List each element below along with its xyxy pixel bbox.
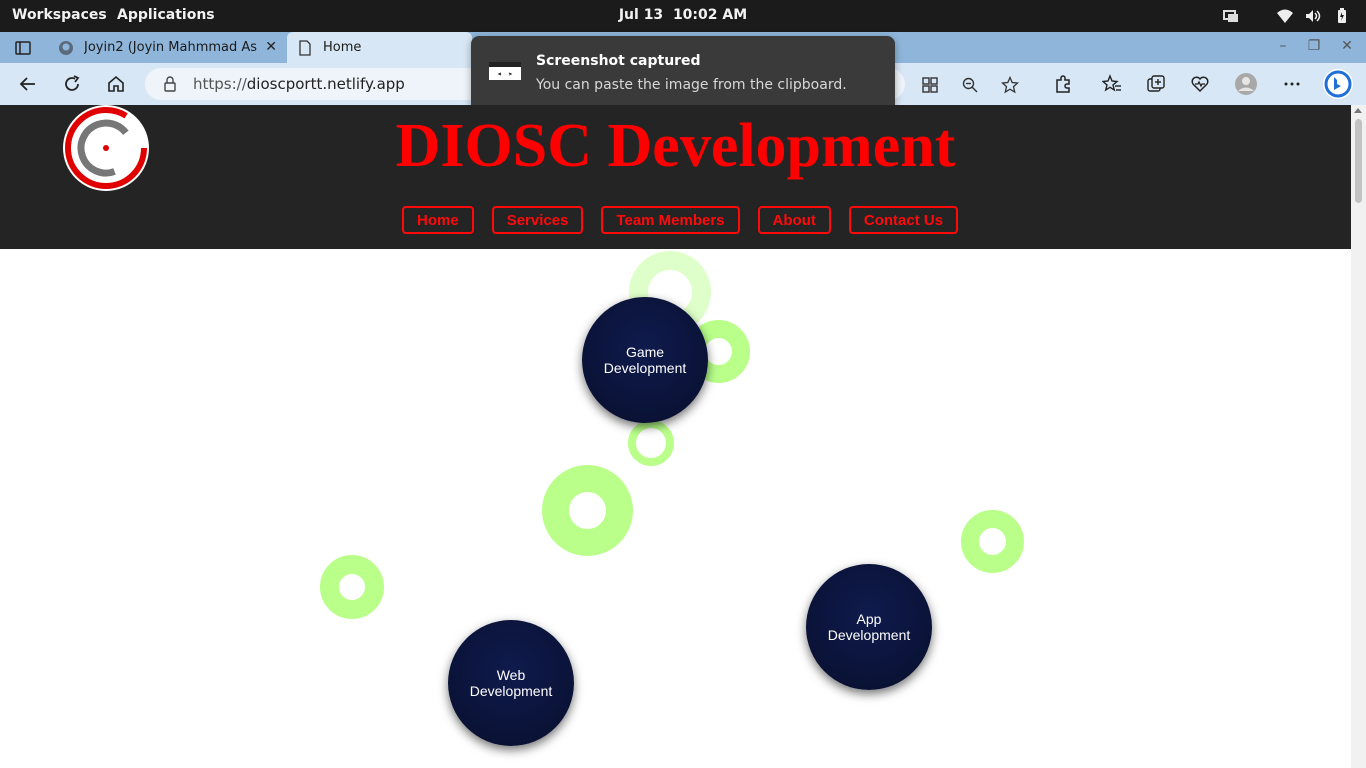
workspaces-menu[interactable]: Workspaces <box>12 7 107 23</box>
os-top-bar: Workspaces Applications Jul 13 10:02 AM <box>0 0 1366 32</box>
service-label: Game Development <box>603 344 687 376</box>
bubble-ring <box>542 465 633 556</box>
nav-home[interactable]: Home <box>402 206 474 234</box>
notification-title: Screenshot captured <box>536 53 701 69</box>
wifi-icon[interactable] <box>1276 8 1294 24</box>
services-section: Game Development Web Development App Dev… <box>0 249 1351 768</box>
service-app-development[interactable]: App Development <box>806 564 932 690</box>
refresh-icon[interactable] <box>62 74 82 94</box>
tab-title: Home <box>323 40 362 55</box>
site-title-text: DIOSC Development <box>395 112 956 180</box>
service-label: App Development <box>827 611 911 643</box>
nav-about[interactable]: About <box>757 206 831 234</box>
favorite-star-icon[interactable] <box>1001 76 1019 94</box>
clock-date[interactable]: Jul 13 <box>619 7 663 23</box>
collections-icon[interactable] <box>1146 74 1166 94</box>
screenshot-icon <box>489 62 521 80</box>
minimize-icon[interactable]: – <box>1275 38 1291 54</box>
tab-title: Joyin2 (Joyin Mahmmad Aslam) <box>84 40 258 55</box>
site-logo[interactable] <box>62 105 150 191</box>
extensions-icon[interactable] <box>1053 74 1073 94</box>
bing-copilot-icon[interactable] <box>1322 68 1354 100</box>
page-scrollbar[interactable] <box>1351 105 1366 768</box>
nav-services[interactable]: Services <box>491 206 584 234</box>
close-tab-icon[interactable]: ✕ <box>265 39 277 55</box>
url-text[interactable]: https://dioscportt.netlify.app <box>193 75 405 93</box>
volume-icon[interactable] <box>1304 8 1322 24</box>
favorites-icon[interactable] <box>1102 74 1122 94</box>
display-icon[interactable] <box>1222 8 1240 24</box>
site-header: DIOSC Development Home Services Team Mem… <box>0 105 1351 249</box>
applications-menu[interactable]: Applications <box>117 7 215 23</box>
browser-essentials-icon[interactable] <box>1190 74 1210 94</box>
bubble-ring <box>320 555 384 619</box>
bubble-ring <box>961 510 1024 573</box>
site-title: DIOSC Development <box>0 111 1351 182</box>
restore-icon[interactable]: ❐ <box>1306 38 1322 54</box>
notification-body: You can paste the image from the clipboa… <box>536 77 847 93</box>
nav-contact-us[interactable]: Contact Us <box>848 206 959 234</box>
nav-team-members[interactable]: Team Members <box>601 206 740 234</box>
home-icon[interactable] <box>106 74 126 94</box>
tab-github[interactable]: Joyin2 (Joyin Mahmmad Aslam) ✕ <box>48 32 285 63</box>
more-menu-icon[interactable] <box>1282 74 1302 94</box>
page-icon <box>299 40 311 56</box>
service-game-development[interactable]: Game Development <box>582 297 708 423</box>
scroll-up-arrow-icon[interactable] <box>1354 108 1362 113</box>
service-label: Web Development <box>469 667 553 699</box>
lock-icon[interactable] <box>163 76 177 92</box>
site-nav: Home Services Team Members About Contact… <box>402 206 959 234</box>
zoom-out-icon[interactable] <box>961 76 979 94</box>
screenshot-notification[interactable]: Screenshot captured You can paste the im… <box>471 36 895 112</box>
profile-avatar-icon[interactable] <box>1234 72 1258 96</box>
tab-actions-icon[interactable] <box>14 39 32 57</box>
bubble-ring <box>628 420 674 466</box>
clock-time[interactable]: 10:02 AM <box>673 7 747 23</box>
github-icon <box>59 41 73 55</box>
service-web-development[interactable]: Web Development <box>448 620 574 746</box>
close-window-icon[interactable]: ✕ <box>1339 38 1355 54</box>
apps-icon[interactable] <box>921 76 939 94</box>
back-icon[interactable] <box>18 74 38 94</box>
scroll-thumb[interactable] <box>1355 119 1362 203</box>
battery-icon[interactable] <box>1333 8 1351 24</box>
tab-home[interactable]: Home <box>287 32 472 63</box>
